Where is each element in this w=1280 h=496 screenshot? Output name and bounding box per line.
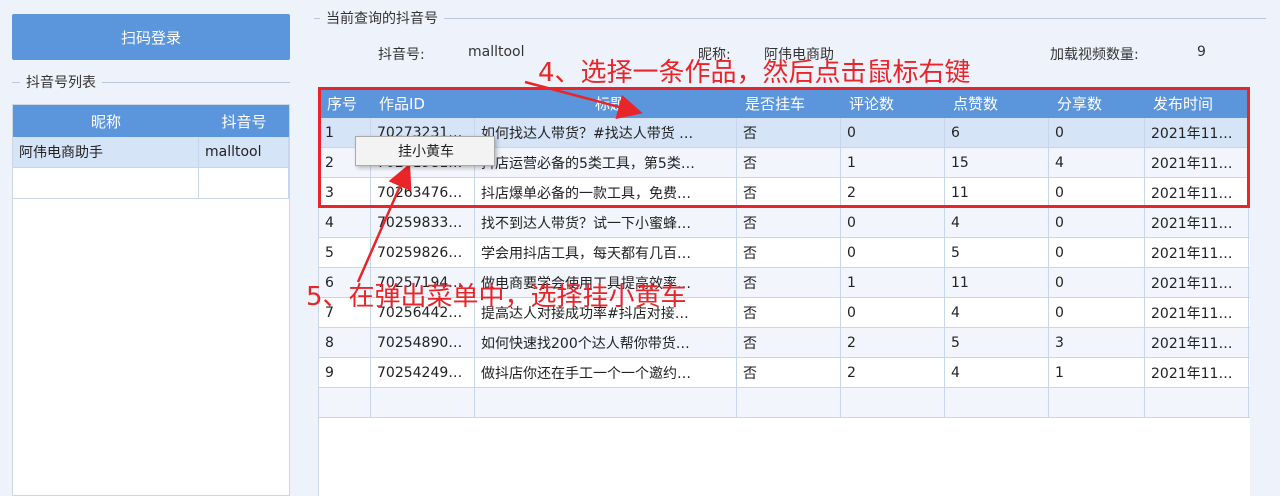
context-menu: 挂小黄车	[355, 136, 495, 166]
arrow-to-row	[524, 80, 643, 119]
annotation-arrows	[356, 80, 643, 283]
menu-item-attach-cart[interactable]: 挂小黄车	[398, 141, 454, 161]
arrow-to-menu	[356, 163, 412, 283]
